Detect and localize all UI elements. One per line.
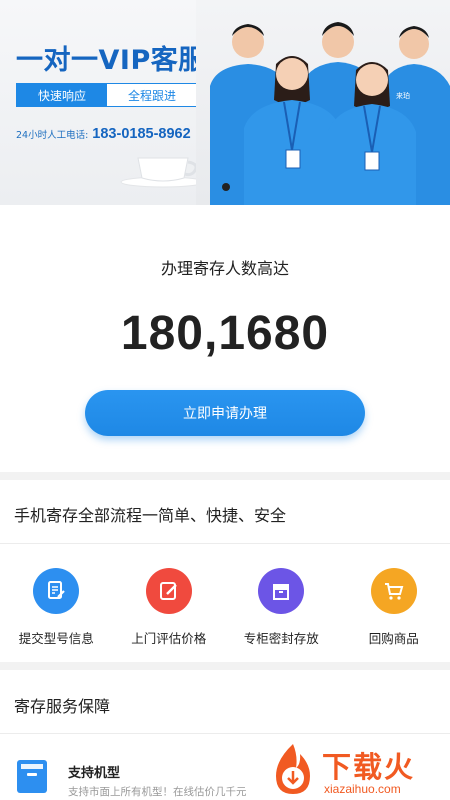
stats-label: 办理寄存人数高达 (160, 259, 289, 278)
step-sealed-storage[interactable]: 专柜密封存放 (225, 560, 338, 650)
banner-indicator-dot[interactable] (222, 183, 230, 191)
process-steps: 提交型号信息 上门评估价格 专柜密封存放 回购商品 (0, 560, 450, 650)
flame-logo-icon (276, 744, 310, 794)
banner-tab-fast-response: 快速响应 (17, 84, 107, 106)
watermark-site: xiazaihuo.com (324, 782, 401, 796)
guarantee-item-desc: 支持市面上所有机型！在线估价几千元 (68, 786, 247, 798)
hotline-label: 24小时人工电话: (16, 130, 89, 141)
shopping-cart-icon (370, 568, 417, 614)
section-gap (0, 662, 450, 670)
step-buy-back[interactable]: 回购商品 (338, 560, 450, 650)
hotline: 24小时人工电话: 183-0185-8962 (16, 126, 191, 142)
process-title: 手机寄存全部流程一简单、快捷、安全 (14, 506, 287, 525)
stats-number: 180,1680 (120, 307, 330, 360)
document-edit-icon (33, 568, 80, 614)
watermark-name: 下载火 (322, 750, 416, 784)
banner-tabs: 快速响应 全程跟进 (16, 83, 198, 107)
guarantee-item-title: 支持机型 (68, 766, 121, 781)
edit-pen-icon (145, 568, 192, 614)
watermark: 下载火 xiazaihuo.com (262, 738, 450, 800)
step-label: 专柜密封存放 (243, 631, 319, 646)
divider (0, 543, 450, 544)
banner-title: 一对一VIP客服 (16, 45, 206, 76)
step-label: 回购商品 (368, 631, 419, 646)
step-onsite-evaluation[interactable]: 上门评估价格 (113, 560, 226, 650)
vip-service-banner[interactable]: 一对一VIP客服 快速响应 全程跟进 24小时人工电话: 183-0185-89… (0, 0, 450, 205)
guarantee-title: 寄存服务保障 (14, 697, 111, 716)
staff-team-image: 来珀 (196, 0, 450, 205)
step-submit-model[interactable]: 提交型号信息 (0, 560, 113, 650)
step-label: 提交型号信息 (18, 631, 94, 646)
step-label: 上门评估价格 (131, 631, 207, 646)
hotline-number: 183-0185-8962 (92, 126, 191, 142)
apply-now-button[interactable]: 立即申请办理 (85, 390, 365, 436)
coffee-cup-image (120, 157, 206, 188)
archive-box-icon (258, 568, 305, 614)
uniform-badge-text: 来珀 (396, 91, 410, 100)
section-gap (0, 472, 450, 480)
phone-box-icon (17, 760, 47, 793)
banner-tab-full-follow: 全程跟进 (127, 88, 176, 103)
divider (0, 733, 450, 734)
